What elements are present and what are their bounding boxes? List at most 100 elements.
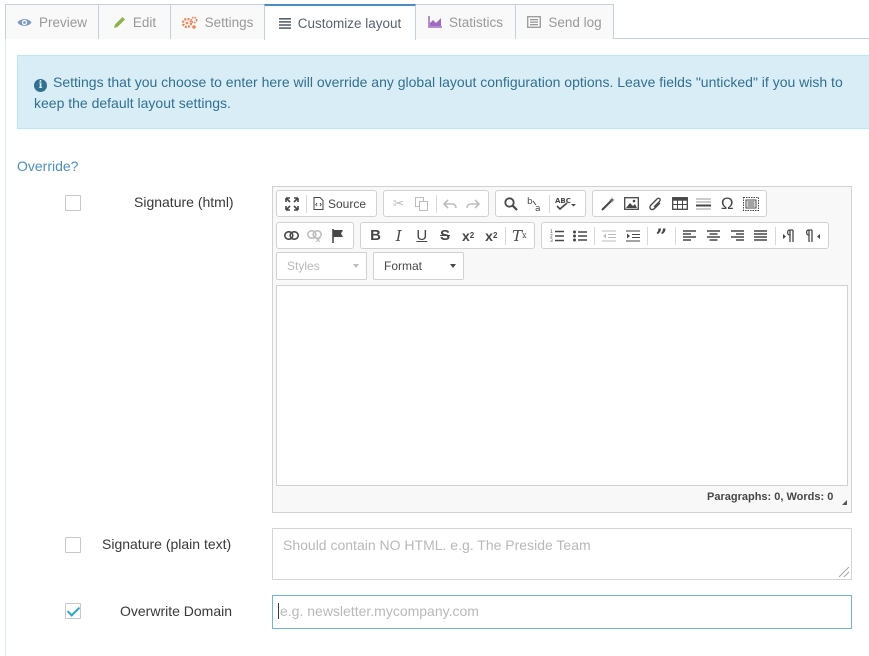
toolbar-group-basicstyles: B I U S x2 x2 Tx [360, 222, 535, 249]
signature-html-checkbox[interactable] [65, 195, 81, 211]
undo-icon[interactable] [438, 193, 461, 215]
text-caret [278, 603, 279, 619]
toolbar-group-links [276, 222, 354, 249]
override-heading: Override? [17, 158, 79, 174]
iframe-icon[interactable] [739, 193, 763, 215]
signature-html-label: Signature (html) [134, 194, 234, 210]
remove-format-icon[interactable]: Tx [508, 225, 531, 247]
svg-text:ABC: ABC [555, 197, 571, 205]
toolbar-group-paragraph: 123 ” [541, 222, 829, 249]
special-char-icon[interactable]: Ω [715, 193, 739, 215]
maximize-button[interactable] [280, 193, 304, 215]
link-icon[interactable] [280, 225, 303, 247]
source-icon [313, 197, 324, 210]
toolbar-separator [675, 226, 677, 245]
alert-text-line2: keep the default layout settings. [34, 95, 231, 111]
toolbar-separator [306, 194, 307, 213]
tab-label: Settings [204, 14, 254, 30]
subscript-icon[interactable]: x2 [457, 225, 480, 247]
paperclip-icon[interactable] [644, 193, 668, 215]
list-alt-icon [527, 16, 542, 28]
toolbar-group-insert: Ω [592, 190, 767, 217]
indent-icon[interactable] [621, 225, 645, 247]
copy-icon[interactable] [410, 193, 433, 215]
editor-content-area[interactable] [276, 285, 848, 486]
align-center-icon[interactable] [702, 225, 726, 247]
cut-icon[interactable]: ✂ [387, 193, 410, 215]
editor-word-count: Paragraphs: 0, Words: 0 [707, 491, 834, 503]
toolbar-separator [646, 226, 648, 245]
styles-dropdown-label: Styles [287, 259, 320, 273]
signature-plain-label: Signature (plain text) [102, 536, 232, 552]
textarea-resize-grip[interactable] [839, 567, 849, 577]
tab-send-log[interactable]: Send log [515, 4, 614, 39]
toolbar-separator [435, 194, 437, 213]
tab-label: Statistics [448, 14, 503, 30]
content-border [5, 39, 6, 656]
toolbar-group-editing: ba ABC [495, 190, 586, 217]
tab-label: Preview [38, 14, 87, 30]
toolbar-separator [504, 226, 506, 245]
signature-plain-placeholder: Should contain NO HTML. e.g. The Preside… [283, 537, 591, 553]
align-left-icon[interactable] [678, 225, 702, 247]
redo-icon[interactable] [462, 193, 485, 215]
tab-statistics[interactable]: Statistics [415, 4, 516, 39]
anchor-flag-icon[interactable] [327, 225, 350, 247]
strikethrough-icon[interactable]: S [433, 225, 456, 247]
toolbar-separator [549, 194, 550, 213]
numbered-list-icon[interactable]: 123 [545, 225, 569, 247]
info-circle-icon: i [34, 79, 47, 92]
bold-icon[interactable]: B [364, 225, 387, 247]
horizontal-line-icon[interactable] [691, 193, 715, 215]
overwrite-domain-placeholder: e.g. newsletter.mycompany.com [280, 603, 479, 619]
italic-icon[interactable]: I [387, 225, 410, 247]
tab-settings[interactable]: Settings [170, 4, 265, 39]
align-right-icon[interactable] [725, 225, 749, 247]
bulleted-list-icon[interactable] [569, 225, 593, 247]
source-label: Source [328, 196, 367, 211]
text-direction-ltr-icon[interactable] [778, 225, 802, 247]
table-icon[interactable] [668, 193, 692, 215]
tab-customize-layout[interactable]: Customize layout [264, 4, 416, 40]
source-button[interactable]: Source [309, 197, 370, 211]
tab-label: Send log [548, 14, 602, 30]
spellcheck-icon[interactable]: ABC [552, 193, 580, 215]
svg-text:3: 3 [550, 238, 553, 242]
text-direction-rtl-icon[interactable] [801, 225, 825, 247]
svg-text:a: a [535, 204, 541, 212]
underline-icon[interactable]: U [410, 225, 433, 247]
tab-label: Edit [132, 14, 157, 30]
tab-label: Customize layout [297, 15, 402, 31]
signature-plain-textarea[interactable]: Should contain NO HTML. e.g. The Preside… [272, 528, 852, 580]
styles-dropdown[interactable]: Styles [276, 252, 367, 280]
chevron-down-icon [450, 264, 456, 268]
eye-icon [17, 17, 32, 28]
magic-wand-icon[interactable] [596, 193, 620, 215]
superscript-icon[interactable]: x2 [480, 225, 503, 247]
overwrite-domain-label: Overwrite Domain [120, 603, 233, 619]
unlink-icon[interactable] [303, 225, 326, 247]
toolbar-separator [774, 226, 776, 245]
justify-icon[interactable] [749, 225, 773, 247]
alert-text-line1: Settings that you choose to enter here w… [53, 74, 843, 90]
overwrite-domain-input[interactable]: e.g. newsletter.mycompany.com [272, 595, 852, 629]
format-dropdown-label: Format [384, 259, 423, 273]
tab-preview[interactable]: Preview [5, 4, 99, 39]
format-dropdown[interactable]: Format [373, 252, 464, 280]
list-icon [278, 17, 291, 29]
tab-bar: Preview Edit Settings Customize layout S… [5, 4, 869, 40]
replace-icon[interactable]: ba [523, 193, 547, 215]
image-icon[interactable] [620, 193, 644, 215]
cogs-icon [181, 16, 198, 29]
info-alert: i Settings that you choose to enter here … [17, 55, 869, 129]
toolbar-group-document: Source [276, 190, 377, 217]
blockquote-icon[interactable]: ” [650, 224, 674, 248]
find-icon[interactable] [499, 193, 523, 215]
editor-resize-handle[interactable] [842, 500, 847, 505]
tab-edit[interactable]: Edit [98, 4, 171, 39]
overwrite-domain-checkbox[interactable] [65, 603, 81, 619]
area-chart-icon [428, 16, 442, 28]
outdent-icon[interactable] [597, 225, 621, 247]
signature-plain-checkbox[interactable] [65, 537, 81, 553]
toolbar-group-clipboard: ✂ [383, 190, 489, 217]
